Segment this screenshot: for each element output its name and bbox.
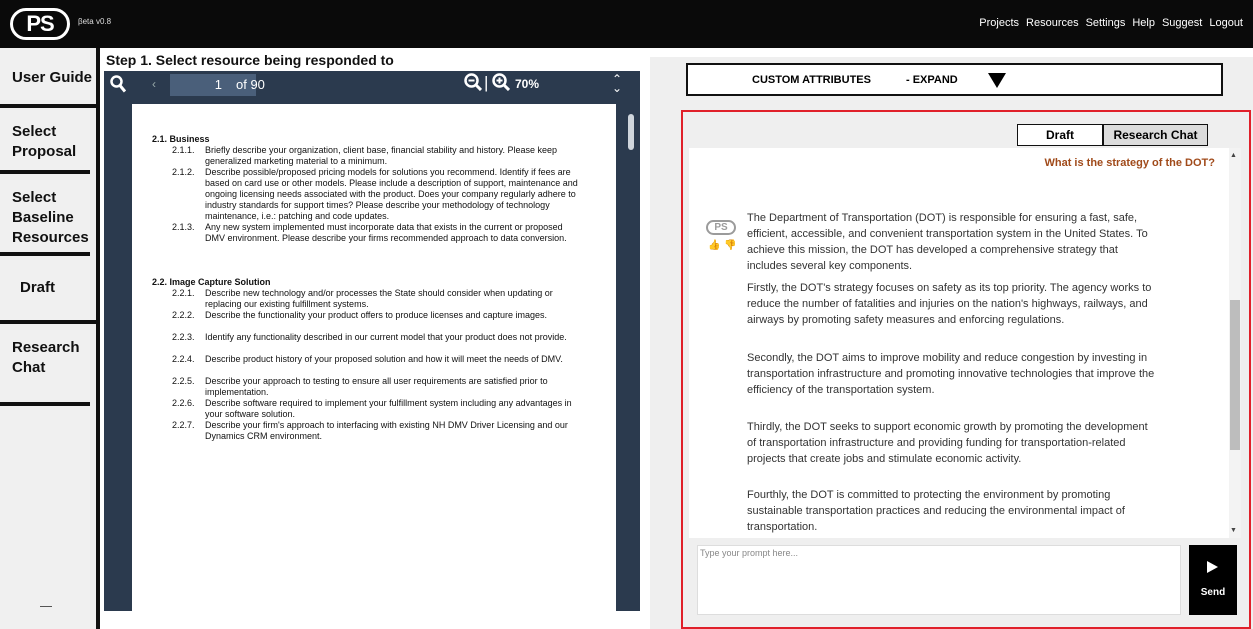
assistant-message-paragraph: Firstly, the DOT's strategy focuses on s… (747, 282, 1152, 326)
scroll-down-icon[interactable]: ▼ (1230, 527, 1237, 534)
assistant-message-paragraph: The Department of Transportation (DOT) i… (747, 212, 1148, 272)
tab-draft[interactable]: Draft (1017, 124, 1103, 146)
page-count: of 90 (236, 77, 265, 92)
document-heading: 2.2. Image Capture Solution (152, 277, 271, 287)
scroll-up-icon[interactable]: ▲ (1230, 152, 1237, 159)
document-item-text: Identify any functionality described in … (205, 332, 567, 342)
document-item-number: 2.2.6. (172, 398, 195, 408)
tab-research-chat[interactable]: Research Chat (1103, 124, 1208, 146)
zoom-separator: | (484, 73, 489, 92)
document-item-number: 2.1.3. (172, 222, 195, 232)
user-message: What is the strategy of the DOT? (1044, 157, 1215, 169)
pdf-scrollbar[interactable] (628, 114, 634, 150)
document-item-number: 2.1.1. (172, 145, 195, 155)
triangle-down-icon[interactable] (988, 73, 1006, 88)
sidebar-item-user-guide[interactable]: User Guide (0, 48, 96, 108)
document-item-text: Any new system implemented must incorpor… (205, 222, 567, 243)
nav-help[interactable]: Help (1132, 17, 1155, 29)
step-title: Step 1. Select resource being responded … (106, 52, 394, 68)
beta-version-label: βeta v0.8 (78, 17, 112, 26)
nav-logout[interactable]: Logout (1209, 17, 1243, 29)
document-item-text: Briefly describe your organization, clie… (205, 145, 558, 166)
zoom-out-icon[interactable] (464, 73, 483, 96)
document-item-number: 2.2.5. (172, 376, 195, 386)
zoom-level: 70% (515, 77, 540, 91)
document-heading: 2.1. Business (152, 134, 210, 144)
assistant-avatar: PS (706, 220, 736, 235)
previous-page-icon[interactable]: ‹ (152, 77, 156, 91)
nav-projects[interactable]: Projects (979, 17, 1019, 29)
nav-settings[interactable]: Settings (1086, 17, 1126, 29)
document-item-number: 2.1.2. (172, 167, 195, 177)
document-item-text: Describe your firm's approach to interfa… (205, 420, 568, 441)
sidebar-item-select-proposal[interactable]: Select Proposal (0, 108, 90, 174)
chat-scrollbar-thumb[interactable] (1230, 300, 1240, 450)
expand-toggle[interactable]: - EXPAND (906, 74, 958, 86)
sidebar-item-research-chat[interactable]: Research Chat (0, 324, 90, 406)
sidebar: User Guide Select Proposal Select Baseli… (0, 48, 100, 629)
assistant-message-paragraph: Secondly, the DOT aims to improve mobili… (747, 352, 1155, 396)
document-item-text: Describe new technology and/or processes… (205, 288, 553, 309)
document-item-number: 2.2.2. (172, 310, 195, 320)
thumbs-up-icon[interactable]: 👍 (708, 240, 720, 251)
document-item-text: Describe possible/proposed pricing model… (205, 167, 578, 221)
document-item-text: Describe the functionality your product … (205, 310, 548, 320)
document-item-number: 2.2.3. (172, 332, 195, 342)
sidebar-item-select-baseline-resources[interactable]: Select Baseline Resources (0, 174, 90, 256)
document-item-number: 2.2.4. (172, 354, 195, 364)
custom-attributes-label: CUSTOM ATTRIBUTES (752, 74, 871, 86)
search-icon[interactable] (110, 75, 127, 98)
nav-suggest[interactable]: Suggest (1162, 17, 1202, 29)
send-label: Send (1200, 587, 1226, 598)
document-item-number: 2.2.1. (172, 288, 195, 298)
zoom-in-icon[interactable] (492, 73, 511, 96)
document-item-text: Describe software required to implement … (205, 398, 572, 419)
top-nav: Projects Resources Settings Help Suggest… (979, 17, 1243, 29)
sidebar-item-draft[interactable]: Draft (0, 256, 96, 324)
pdf-page: 2.1. Business 2.1.1. Briefly describe your… (132, 104, 616, 611)
document-item-text: Describe your approach to testing to ens… (205, 376, 548, 397)
prompt-input[interactable] (700, 548, 1178, 612)
document-item-text: Describe product history of your propose… (205, 354, 563, 364)
send-button[interactable]: Send (1189, 545, 1237, 615)
current-page: 1 (214, 77, 222, 92)
send-icon (1207, 561, 1218, 573)
nav-resources[interactable]: Resources (1026, 17, 1079, 29)
document-item-number: 2.2.7. (172, 420, 195, 430)
zoom-stepper-icon[interactable]: ⌃ ⌄ (612, 73, 622, 94)
chat-messages (689, 148, 1239, 538)
sidebar-divider (40, 606, 52, 607)
app-logo[interactable]: PS (10, 8, 70, 40)
assistant-message-paragraph: Thirdly, the DOT seeks to support econom… (747, 421, 1148, 465)
thumbs-down-icon[interactable]: 👎 (724, 240, 736, 251)
assistant-message-paragraph: Fourthly, the DOT is committed to protec… (747, 489, 1125, 533)
